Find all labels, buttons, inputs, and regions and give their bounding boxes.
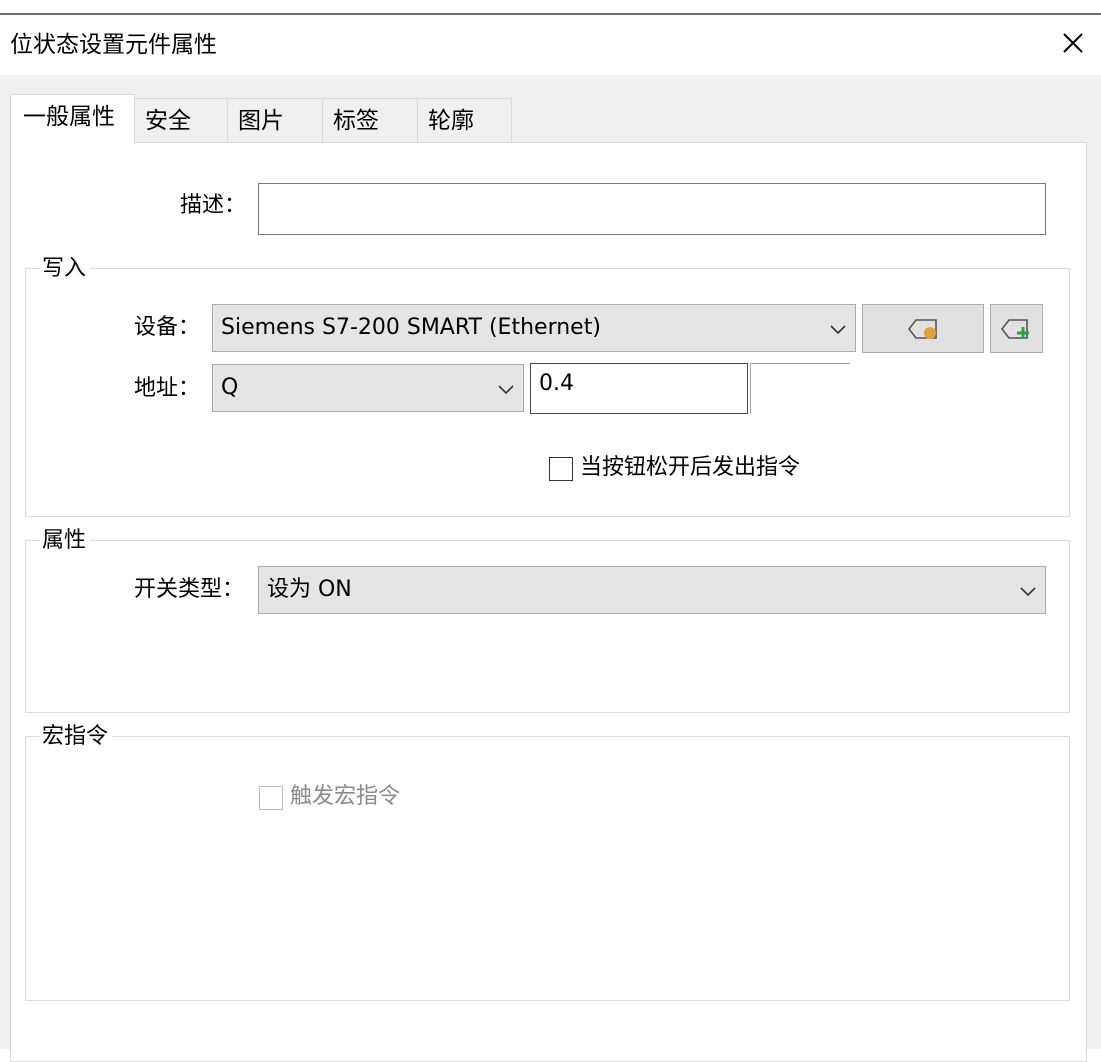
properties-group-legend: 属性 [40,528,91,554]
window-title: 位状态设置元件属性 [10,32,217,58]
write-group-legend: 写入 [40,256,91,282]
close-icon [1063,33,1083,53]
tab-outline[interactable]: 轮廓 [417,98,512,142]
description-label: 描述： [180,193,247,218]
address-input[interactable]: 0.4 [530,363,748,414]
release-checkbox-label: 当按钮松开后发出指令 [580,455,801,480]
tab-picture[interactable]: 图片 [227,98,323,142]
address-value: 0.4 [539,371,574,396]
address-label: 地址： [134,376,201,401]
address-extension-field[interactable] [750,363,850,414]
device-select[interactable]: Siemens S7-200 SMART (Ethernet) [212,304,856,352]
device-select-value: Siemens S7-200 SMART (Ethernet) [221,315,601,340]
trigger-macro-checkbox[interactable] [259,786,283,810]
switch-type-select[interactable]: 设为 ON [258,566,1046,614]
tab-picture-label: 图片 [238,108,284,134]
chevron-down-icon [1020,587,1036,597]
trigger-macro-label: 触发宏指令 [290,784,401,809]
chevron-down-icon [498,385,514,395]
address-type-select[interactable]: Q [212,364,524,412]
chevron-down-icon [830,325,846,335]
tag-add-icon [1000,319,1029,339]
tab-outline-label: 轮廓 [428,108,474,134]
tag-add-button[interactable] [990,304,1043,353]
tag-icon [907,319,937,339]
switch-type-value: 设为 ON [267,577,352,602]
tab-label[interactable]: 标签 [322,98,418,142]
macro-group-legend: 宏指令 [40,724,113,750]
tag-settings-button[interactable] [862,304,984,353]
device-label: 设备： [134,315,201,340]
macro-group [25,736,1070,1001]
tab-label-label: 标签 [333,108,379,134]
close-button[interactable] [1055,25,1091,61]
tab-security[interactable]: 安全 [134,98,228,142]
tab-general-label: 一般属性 [23,104,115,130]
release-checkbox[interactable] [549,457,573,481]
switch-type-label: 开关类型： [134,577,245,602]
tab-general[interactable]: 一般属性 [10,94,135,144]
description-input[interactable] [258,183,1046,235]
tab-security-label: 安全 [145,108,191,134]
address-type-value: Q [221,375,239,400]
